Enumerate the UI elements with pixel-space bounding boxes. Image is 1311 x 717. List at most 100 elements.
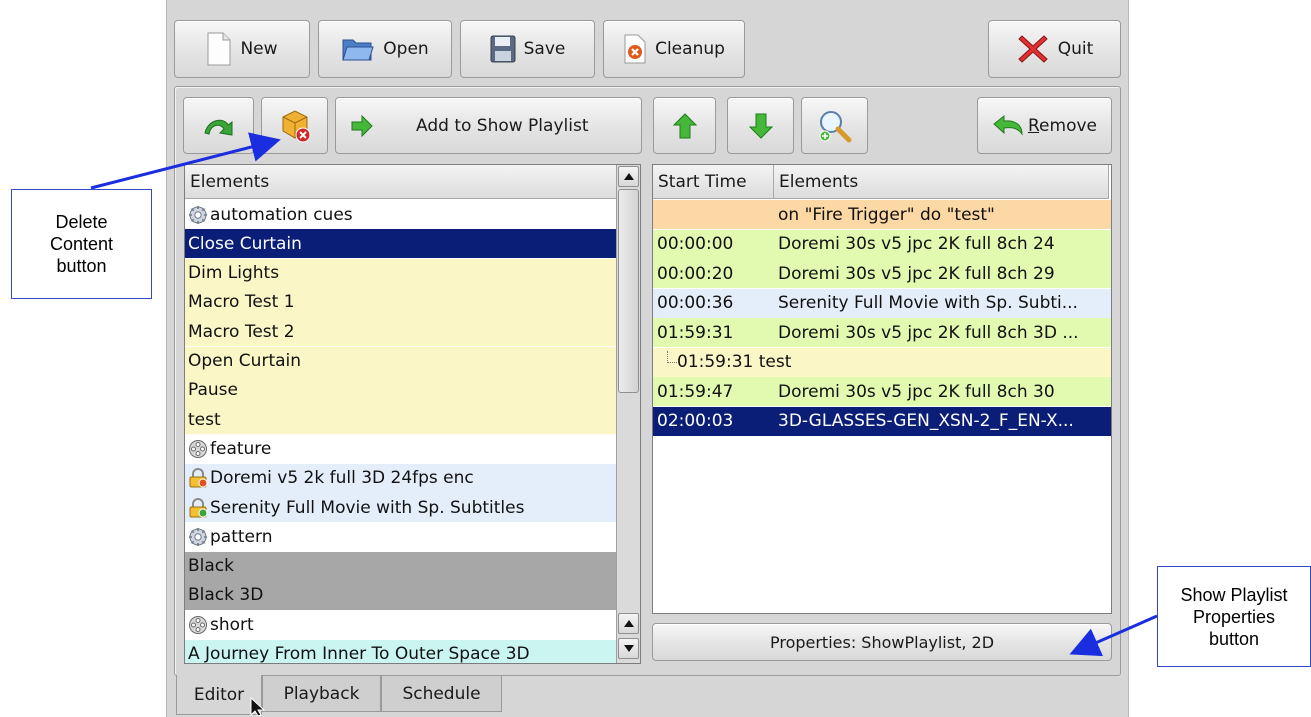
elements-column-header[interactable]: Elements [185, 165, 617, 199]
gear-icon [188, 527, 208, 547]
element-label: short [210, 614, 254, 635]
element-label: Black 3D [188, 585, 264, 606]
new-document-icon [207, 32, 231, 66]
remove-button[interactable]: Remove [977, 97, 1112, 154]
element-row[interactable]: Open Curtain [185, 346, 616, 376]
new-button[interactable]: New [174, 20, 310, 78]
element-row[interactable]: A Journey From Inner To Outer Space 3D [185, 639, 616, 663]
tab-playback[interactable]: Playback [262, 676, 381, 712]
elements-scrollbar[interactable] [616, 165, 640, 663]
lock-icon [188, 497, 208, 518]
open-folder-icon [342, 39, 374, 61]
tab-editor-label: Editor [193, 684, 245, 705]
element-group-row[interactable]: automation cues [185, 200, 616, 229]
scroll-down-button-2[interactable] [618, 613, 639, 634]
playlist-row[interactable]: on "Fire Trigger" do "test" [653, 200, 1111, 229]
element-row[interactable]: Dim Lights [185, 258, 616, 288]
playlist-row[interactable]: 00:00:20 Doremi 30s v5 jpc 2K full 8ch 29 [653, 259, 1111, 288]
delete-content-callout: Delete Content button [11, 189, 152, 299]
element-row[interactable]: Doremi v5 2k full 3D 24fps enc [185, 463, 616, 493]
arrow-down-icon [748, 113, 773, 139]
new-button-label: New [240, 39, 278, 59]
delete-content-button[interactable] [261, 97, 328, 154]
film-reel-icon [188, 439, 208, 459]
element-label: Macro Test 2 [188, 321, 295, 342]
element-label: Open Curtain [188, 351, 302, 371]
cleanup-button[interactable]: Cleanup [603, 20, 745, 78]
element-label: Close Curtain [188, 233, 302, 254]
open-button[interactable]: Open [318, 20, 452, 78]
playlist-start-time: 01:59:31 test [677, 352, 792, 372]
playlist-element-label: on "Fire Trigger" do "test" [778, 204, 995, 225]
close-icon [1017, 35, 1048, 63]
element-row[interactable]: Macro Test 1 [185, 287, 616, 317]
save-button-label: Save [523, 39, 566, 59]
element-row[interactable]: Macro Test 2 [185, 317, 616, 347]
playlist-element-label: Doremi 30s v5 jpc 2K full 8ch 29 [778, 263, 1055, 284]
curved-arrow-icon [203, 119, 232, 136]
scroll-up-button[interactable] [618, 166, 639, 187]
playlist-start-time: 01:59:47 [657, 381, 734, 402]
elements-list[interactable]: Elements automation cues Close Curtain Dim… [184, 164, 641, 664]
film-reel-icon [188, 615, 208, 635]
move-up-button[interactable] [653, 97, 716, 154]
mouse-cursor-icon [250, 697, 266, 717]
element-label: test [188, 409, 221, 430]
playlist-row[interactable]: 02:00:03 3D-GLASSES-GEN_XSN-2_F_EN-X... [653, 406, 1111, 436]
undo-arrow-icon [993, 114, 1023, 136]
playlist-start-time: 00:00:00 [657, 234, 734, 254]
cleanup-button-label: Cleanup [655, 39, 725, 59]
playlist-row[interactable]: 01:59:31 test [653, 347, 1111, 377]
encrypted-lock-icon [188, 468, 208, 488]
element-row[interactable]: Pause [185, 375, 616, 405]
inspect-button[interactable] [801, 97, 868, 154]
show-playlist-list[interactable]: Start Time Elements on "Fire Trigger" do… [652, 164, 1112, 614]
triangle-down-icon [623, 645, 634, 652]
show-playlist-properties-button[interactable]: Properties: ShowPlaylist, 2D [652, 623, 1112, 661]
properties-button-label: Properties: ShowPlaylist, 2D [769, 632, 995, 652]
playlist-start-time: 00:00:20 [657, 263, 734, 284]
playlist-row[interactable]: 00:00:36 Serenity Full Movie with Sp. Sub… [653, 288, 1111, 318]
arrow-right-icon [351, 114, 373, 137]
tab-playback-label: Playback [283, 683, 360, 704]
playlist-row[interactable]: 00:00:00 Doremi 30s v5 jpc 2K full 8ch 24 [653, 229, 1111, 259]
element-row[interactable]: Serenity Full Movie with Sp. Subtitles [185, 493, 616, 522]
tab-schedule-label: Schedule [402, 683, 481, 704]
floppy-disk-icon [490, 35, 516, 63]
playlist-row[interactable]: 01:59:31 Doremi 30s v5 jpc 2K full 8ch 3D… [653, 318, 1111, 347]
element-group-row[interactable]: feature [185, 434, 616, 464]
element-group-row[interactable]: short [185, 610, 616, 640]
triangle-up-icon [623, 173, 634, 180]
element-row[interactable]: Black 3D [185, 580, 616, 610]
quit-button-label: Quit [1057, 39, 1094, 59]
move-down-button[interactable] [727, 97, 794, 154]
start-time-column-header[interactable]: Start Time [653, 165, 774, 199]
elements-scroll-thumb[interactable] [618, 189, 639, 393]
element-label: Pause [188, 380, 238, 401]
playlist-element-label: Serenity Full Movie with Sp. Subti... [778, 293, 1078, 313]
element-label: Black [188, 556, 234, 577]
element-row[interactable]: Close Curtain [185, 229, 616, 259]
element-label: Macro Test 1 [188, 292, 295, 313]
element-label: pattern [210, 526, 273, 547]
playlist-start-time: 02:00:03 [657, 411, 734, 431]
element-label: Serenity Full Movie with Sp. Subtitles [210, 497, 525, 518]
add-to-show-playlist-button[interactable]: Add to Show Playlist [335, 97, 642, 154]
element-row[interactable]: Black [185, 551, 616, 581]
save-button[interactable]: Save [460, 20, 595, 78]
arrow-up-icon [672, 112, 697, 138]
tab-schedule[interactable]: Schedule [381, 676, 502, 712]
delete-package-icon [282, 109, 310, 142]
magnifier-icon [819, 110, 851, 142]
open-button-label: Open [383, 39, 429, 59]
element-row[interactable]: test [185, 405, 616, 435]
element-group-row[interactable]: pattern [185, 522, 616, 552]
playlist-row[interactable]: 01:59:47 Doremi 30s v5 jpc 2K full 8ch 30 [653, 377, 1111, 406]
playlist-start-time: 00:00:36 [657, 293, 734, 313]
element-label: automation cues [210, 204, 353, 225]
next-button[interactable] [183, 97, 254, 154]
quit-button[interactable]: Quit [988, 20, 1121, 78]
playlist-element-label: 3D-GLASSES-GEN_XSN-2_F_EN-X... [778, 411, 1074, 431]
playlist-elements-column-header[interactable]: Elements [774, 165, 1109, 199]
scroll-down-button[interactable] [618, 638, 639, 659]
